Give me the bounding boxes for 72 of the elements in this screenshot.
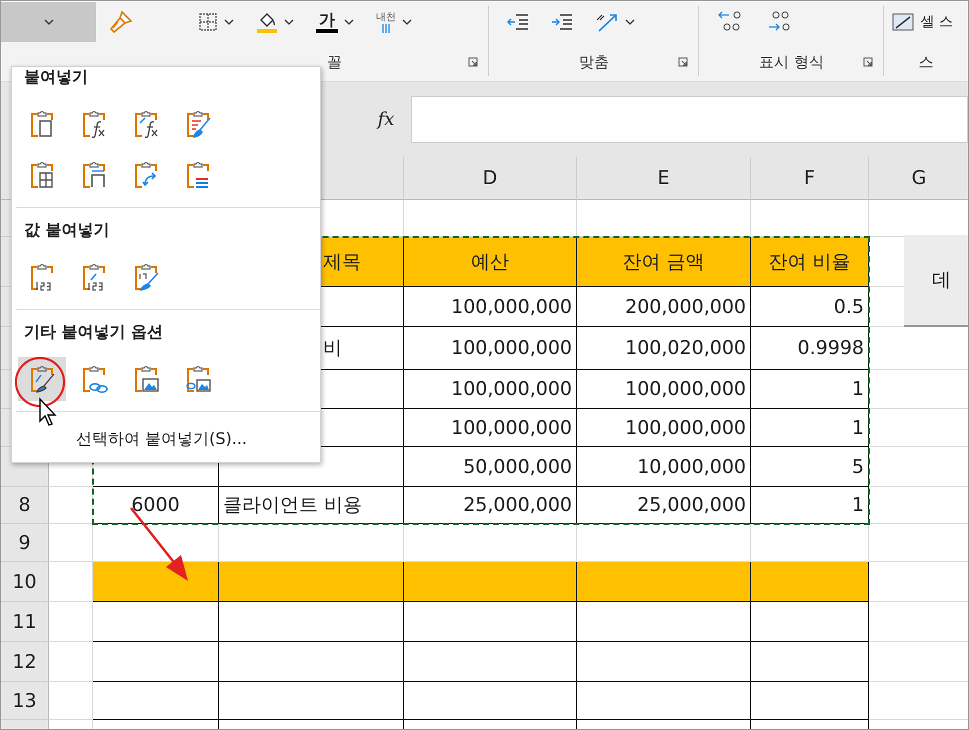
decrease-indent-icon[interactable]: [507, 13, 530, 31]
table-cell: 100,000,000: [577, 370, 751, 409]
row-header[interactable]: 10: [1, 562, 49, 602]
paste-option-button[interactable]: [18, 357, 66, 401]
table-cell: 50,000,000: [404, 447, 577, 487]
group-label: 맞춤: [578, 52, 609, 72]
table-cell: 100,000,000: [404, 327, 577, 370]
paste-special-item[interactable]: 선택하여 붙여넣기(S)...: [76, 424, 247, 454]
menu-section-title: 붙여넣기: [24, 67, 88, 87]
table-cell: 100,000,000: [404, 370, 577, 409]
table-cell: 클라이언트 비용: [219, 487, 404, 524]
table-cell: 100,000,000: [404, 287, 577, 327]
table-cell: 200,000,000: [577, 287, 751, 327]
chevron-icon: [344, 19, 354, 25]
column-header[interactable]: G: [869, 157, 968, 200]
borders-icon: [198, 12, 218, 32]
column-header[interactable]: F: [751, 157, 869, 200]
table-cell: 1: [751, 409, 869, 447]
chevron-icon: [284, 19, 294, 25]
table-cell: 25,000,000: [404, 487, 577, 524]
chevron-icon: [44, 19, 54, 25]
table-cell: 1: [751, 487, 869, 524]
highlight-circle: [13, 355, 67, 409]
launcher-icon[interactable]: [863, 57, 874, 67]
table-cell: 100,000,000: [577, 409, 751, 447]
increase-indent-icon[interactable]: [551, 13, 574, 31]
formula-input-field[interactable]: [411, 96, 968, 143]
cell-styles-button[interactable]: 셀 스: [892, 13, 953, 31]
table-cell: 예산: [404, 237, 577, 287]
column-header[interactable]: E: [577, 157, 751, 200]
row-header[interactable]: 12: [1, 642, 49, 682]
table-cell: 1: [751, 370, 869, 409]
table-cell: 100,000,000: [404, 409, 577, 447]
phonetic-icon: [381, 24, 392, 32]
table-cell: 25,000,000: [577, 487, 751, 524]
orientation-button[interactable]: [595, 11, 636, 33]
table-cell: 잔여 비율: [751, 237, 869, 287]
table-cell: [49, 487, 93, 524]
borders-button[interactable]: [198, 12, 234, 32]
sheet-button[interactable]: 데: [904, 235, 968, 327]
launcher-icon[interactable]: [678, 57, 688, 67]
table-cell: 100,020,000: [577, 327, 751, 370]
table-cell: [49, 642, 93, 682]
chevron-icon: [224, 19, 234, 25]
diagonal-arrow-icon: [595, 11, 620, 33]
table-cell: 6000: [93, 487, 219, 524]
format-painter-icon[interactable]: [108, 9, 134, 35]
chevron-icon: [625, 19, 636, 25]
phonetic-button[interactable]: 내천: [376, 12, 412, 32]
group-label: 표시 형식: [759, 52, 824, 72]
group-label: 스: [918, 52, 934, 72]
table-cell: 0.9998: [751, 327, 869, 370]
menu-section-title: 값 붙여넣기: [24, 220, 110, 240]
row-header[interactable]: 9: [1, 524, 49, 562]
table-cell: 잔여 금액: [577, 237, 751, 287]
table-cell: 0.5: [751, 287, 869, 327]
column-header[interactable]: D: [404, 157, 577, 200]
font-color-button[interactable]: 가: [316, 11, 354, 33]
chevron-icon: [402, 19, 412, 25]
row-header[interactable]: 13: [1, 682, 49, 720]
menu-section-title: 기타 붙여넣기 옵션: [24, 322, 164, 342]
table-cell: 10,000,000: [577, 447, 751, 487]
mouse-cursor-icon: [38, 397, 58, 427]
row-header[interactable]: 11: [1, 602, 49, 642]
launcher-icon[interactable]: [468, 57, 478, 67]
insert-function-button[interactable]: fx: [361, 109, 411, 130]
cell-styles-icon: [892, 13, 914, 31]
table-cell: [49, 524, 93, 562]
table-cell: 5: [751, 447, 869, 487]
group-label: 꼴: [326, 52, 342, 72]
row-header[interactable]: 8: [1, 487, 49, 524]
table-cell: [49, 602, 93, 642]
